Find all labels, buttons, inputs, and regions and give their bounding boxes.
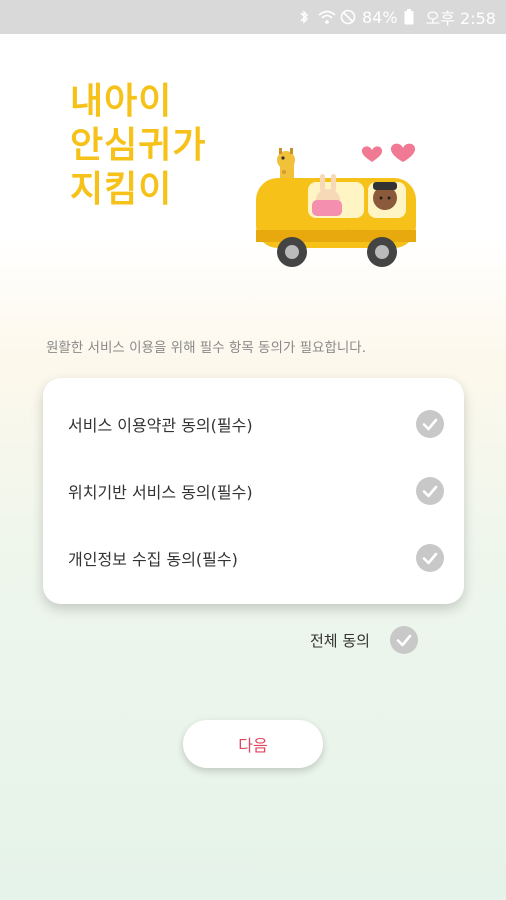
- agree-terms-label: 서비스 이용약관 동의(필수): [68, 416, 253, 435]
- check-circle-icon[interactable]: [389, 626, 418, 654]
- school-bus-illustration: Enjoy bus: [250, 138, 430, 278]
- bluetooth-icon: [296, 9, 312, 25]
- agree-privacy-label: 개인정보 수집 동의(필수): [68, 550, 238, 569]
- agree-privacy-row[interactable]: 개인정보 수집 동의(필수): [43, 530, 464, 586]
- bus-text: Enjoy bus: [346, 229, 375, 236]
- do-not-disturb-icon: [340, 9, 356, 25]
- agree-location-label: 위치기반 서비스 동의(필수): [68, 483, 253, 502]
- status-time: 오후 2:58: [425, 9, 496, 28]
- agreements-card: 서비스 이용약관 동의(필수) 위치기반 서비스 동의(필수) 개인정보 수집 …: [43, 378, 464, 604]
- title-line-2: 안심귀가: [70, 125, 207, 166]
- wifi-icon: [318, 9, 336, 25]
- next-button[interactable]: 다음: [183, 720, 323, 768]
- agree-all-label: 전체 동의: [310, 631, 370, 650]
- title-line-3: 지킴이: [70, 169, 173, 210]
- agree-location-row[interactable]: 위치기반 서비스 동의(필수): [43, 463, 464, 519]
- battery-icon: [404, 9, 420, 25]
- battery-percent: 84%: [361, 7, 398, 27]
- title-line-1: 내아이: [70, 81, 173, 122]
- consent-notice: 원활한 서비스 이용을 위해 필수 항목 동의가 필요합니다.: [46, 340, 366, 356]
- app-title: 내아이 안심귀가 지킴이: [70, 80, 206, 212]
- agree-terms-row[interactable]: 서비스 이용약관 동의(필수): [43, 396, 464, 452]
- check-circle-icon[interactable]: [416, 477, 444, 505]
- check-circle-icon[interactable]: [416, 410, 444, 438]
- agree-all-row[interactable]: 전체 동의: [310, 624, 418, 656]
- status-bar: 84% 오후 2:58: [0, 0, 506, 34]
- check-circle-icon[interactable]: [416, 544, 444, 572]
